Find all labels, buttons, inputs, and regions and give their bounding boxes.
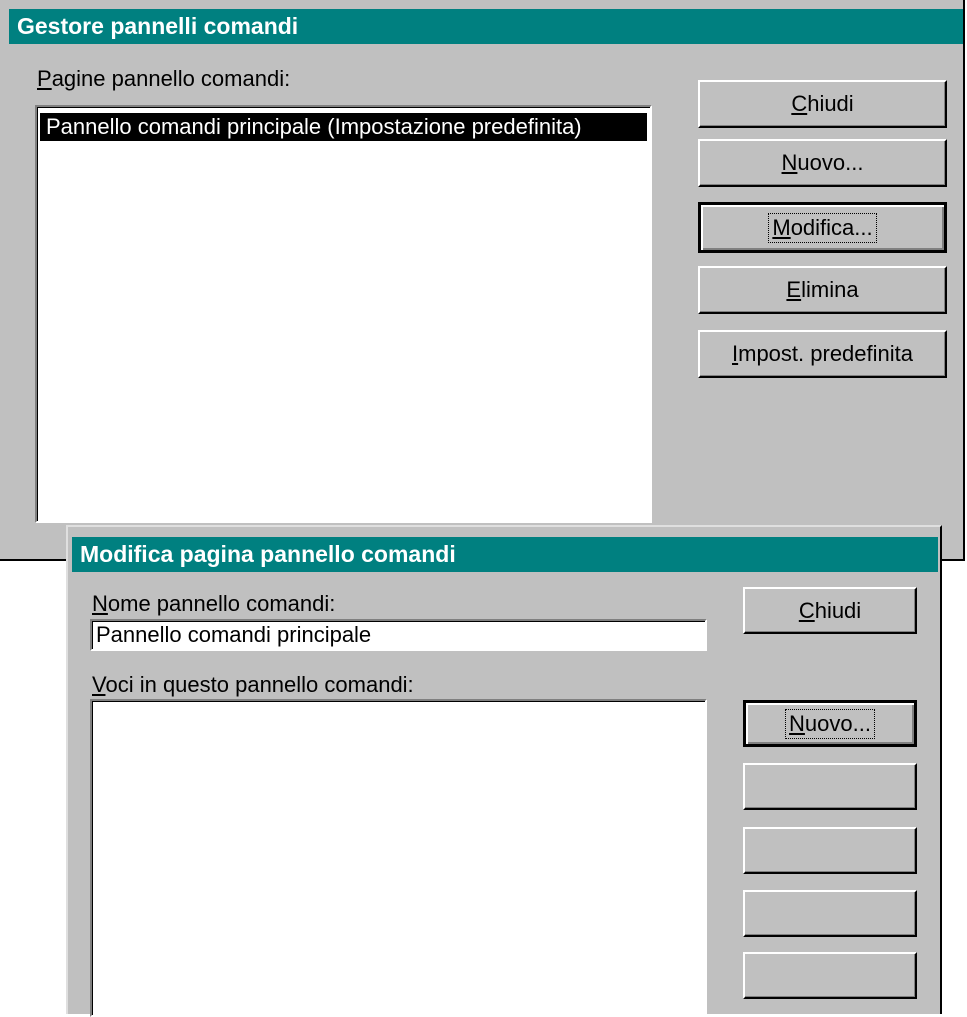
new-page-button[interactable]: Nuovo... [698,139,947,187]
switchboard-manager-dialog: Gestore pannelli comandi Pagine pannello… [0,0,965,561]
edit-item-button[interactable] [743,763,917,810]
edit-switchboard-page-dialog: Modifica pagina pannello comandi Nome pa… [66,525,942,1017]
items-label: Voci in questo pannello comandi: [92,672,414,697]
new-item-button[interactable]: Nuovo... [743,700,917,747]
delete-item-button[interactable] [743,827,917,874]
items-listbox[interactable] [90,699,707,1017]
edit-page-button[interactable]: Modifica... [698,202,947,253]
editor-title-bar[interactable]: Modifica pagina pannello comandi [72,537,938,572]
page-list-item-main[interactable]: Pannello comandi principale (Impostazion… [40,113,647,141]
pages-listbox[interactable]: Pannello comandi principale (Impostazion… [35,105,652,523]
manager-title-bar[interactable]: Gestore pannelli comandi [9,9,963,44]
delete-page-button[interactable]: Elimina [698,266,947,314]
editor-close-button[interactable]: Chiudi [743,587,917,634]
switchboard-name-label: Nome pannello comandi: [92,591,336,616]
move-up-button[interactable] [743,890,917,937]
switchboard-name-field[interactable] [90,619,707,651]
make-default-button[interactable]: Impost. predefinita [698,330,947,378]
editor-title: Modifica pagina pannello comandi [80,541,456,567]
close-button[interactable]: Chiudi [698,80,947,128]
manager-title: Gestore pannelli comandi [17,13,299,39]
pages-label: Pagine pannello comandi: [37,66,291,91]
move-down-button[interactable] [743,952,917,999]
